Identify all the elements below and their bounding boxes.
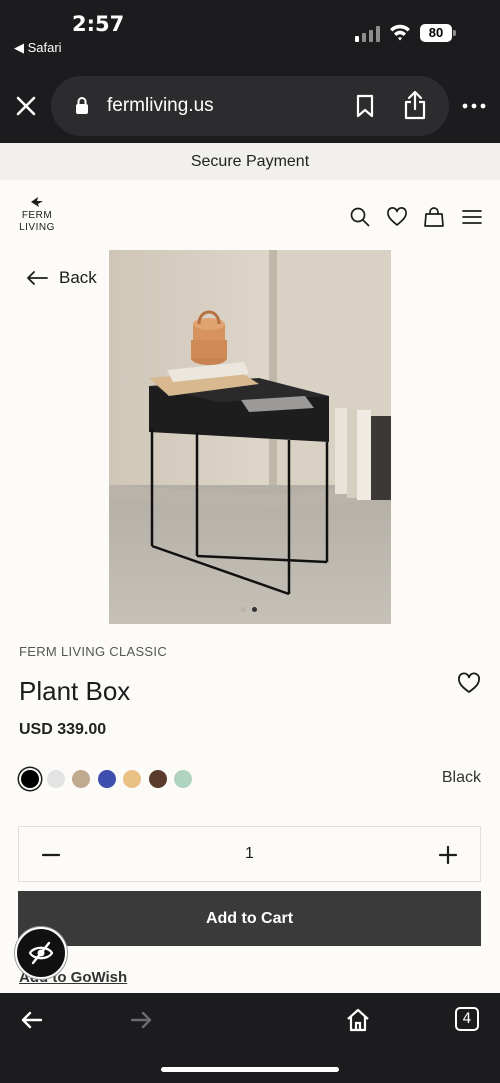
ferm-living-logo[interactable]: FERM LIVING: [16, 196, 58, 234]
close-icon[interactable]: [12, 92, 40, 120]
plant-box-photo: [109, 250, 391, 624]
quantity-stepper: 1: [18, 826, 481, 882]
quantity-value[interactable]: 1: [19, 845, 480, 863]
back-arrow-icon[interactable]: [19, 1007, 45, 1033]
browser-chrome: 2:57 ◀ Safari 80 fermliving.us: [0, 0, 500, 143]
url-text: fermliving.us: [107, 95, 214, 116]
color-swatch[interactable]: [21, 770, 39, 788]
color-swatch[interactable]: [148, 770, 167, 788]
search-icon[interactable]: [349, 206, 371, 228]
add-to-wishlist-heart-icon[interactable]: [457, 672, 481, 694]
home-indicator: [161, 1067, 339, 1072]
forward-arrow-icon: [130, 1011, 152, 1029]
cellular-signal-icon: [355, 26, 380, 42]
home-icon[interactable]: [345, 1007, 371, 1033]
wishlist-heart-icon[interactable]: [386, 206, 408, 228]
logo-bird-icon: [31, 197, 43, 207]
logo-line-1: FERM: [21, 210, 53, 221]
accessibility-button[interactable]: [15, 927, 67, 979]
color-swatch[interactable]: [123, 770, 141, 788]
more-options-icon[interactable]: [462, 97, 486, 115]
share-icon[interactable]: [403, 90, 427, 120]
back-label: Back: [59, 268, 97, 287]
lock-icon: [76, 97, 88, 114]
logo-line-2: LIVING: [19, 222, 55, 233]
status-time: 2:57: [72, 12, 125, 36]
pagination-dot-1[interactable]: [241, 607, 246, 612]
product-price: USD 339.00: [19, 721, 107, 738]
product-title: Plant Box: [19, 676, 131, 706]
selected-color-name: Black: [441, 769, 481, 786]
bookmark-icon[interactable]: [355, 94, 375, 118]
back-to-safari-link[interactable]: ◀ Safari: [14, 40, 62, 56]
wifi-icon: [390, 24, 410, 41]
address-bar[interactable]: fermliving.us: [51, 76, 449, 136]
color-swatch[interactable]: [174, 770, 192, 788]
pagination-dot-2[interactable]: [252, 607, 257, 612]
menu-icon[interactable]: [461, 206, 483, 228]
color-swatch[interactable]: [46, 770, 65, 788]
shopping-bag-icon[interactable]: [423, 206, 445, 228]
increase-quantity-button[interactable]: [436, 843, 460, 867]
browser-toolbar: 4: [0, 993, 500, 1083]
color-swatch[interactable]: [97, 770, 116, 788]
battery-icon: 80: [420, 24, 456, 42]
add-to-cart-button[interactable]: Add to Cart: [18, 891, 481, 946]
battery-level: 80: [420, 24, 452, 42]
product-brand: FERM LIVING CLASSIC: [19, 644, 168, 659]
tabs-button[interactable]: 4: [455, 1007, 479, 1031]
product-image[interactable]: [109, 250, 391, 624]
color-swatch[interactable]: [72, 770, 90, 788]
arrow-left-icon: [27, 271, 48, 285]
eye-slash-icon: [28, 941, 54, 965]
secure-payment-banner: Secure Payment: [0, 143, 500, 180]
